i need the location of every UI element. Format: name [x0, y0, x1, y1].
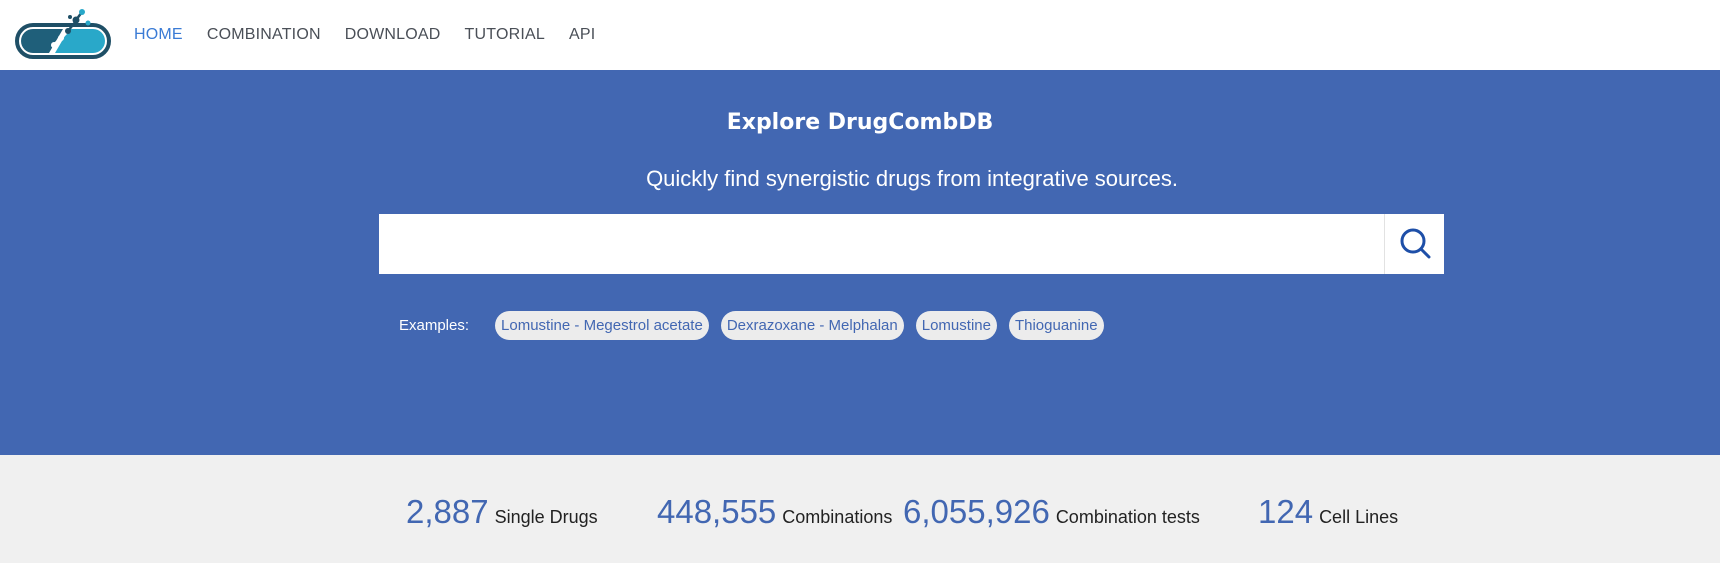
stat-value: 2,887 — [406, 493, 489, 530]
nav-home[interactable]: HOME — [134, 26, 183, 44]
search-bar — [379, 214, 1444, 274]
hero-subtitle: Quickly find synergistic drugs from inte… — [646, 166, 1178, 191]
nav-api[interactable]: API — [569, 26, 595, 44]
stat-label: Cell Lines — [1319, 507, 1399, 527]
search-input[interactable] — [379, 214, 1384, 274]
stat-value: 448,555 — [657, 493, 777, 530]
hero-title: Explore DrugCombDB — [726, 110, 994, 135]
top-navbar: HOME COMBINATION DOWNLOAD TUTORIAL API — [0, 0, 1720, 70]
nav-tutorial[interactable]: TUTORIAL — [465, 26, 545, 44]
stat-combination-tests: 6,055,926 Combination tests — [903, 493, 1200, 531]
drugcombdb-logo-icon[interactable] — [14, 9, 114, 61]
stat-value: 6,055,926 — [903, 493, 1050, 530]
nav-combination[interactable]: COMBINATION — [207, 26, 321, 44]
stat-label: Single Drugs — [494, 507, 598, 527]
hero-section: Explore DrugCombDB Quickly find synergis… — [0, 70, 1720, 455]
stat-cell-lines: 124 Cell Lines — [1258, 493, 1398, 531]
stat-label: Combination tests — [1055, 507, 1200, 527]
examples-row: Examples: Lomustine - Megestrol acetate … — [399, 309, 1116, 341]
search-button[interactable] — [1384, 214, 1444, 274]
stats-bar: 2,887 Single Drugs 448,555 Combinations … — [0, 455, 1720, 563]
example-chip[interactable]: Thioguanine — [1008, 310, 1104, 340]
stat-label: Combinations — [782, 507, 893, 527]
search-icon — [1398, 226, 1432, 263]
example-chip[interactable]: Dexrazoxane - Melphalan — [720, 310, 904, 340]
example-chip[interactable]: Lomustine — [915, 310, 997, 340]
main-nav: HOME COMBINATION DOWNLOAD TUTORIAL API — [134, 0, 619, 70]
stat-value: 124 — [1258, 493, 1314, 530]
stat-single-drugs: 2,887 Single Drugs — [406, 493, 598, 531]
stat-combinations: 448,555 Combinations — [657, 493, 892, 531]
examples-label: Examples: — [399, 316, 470, 334]
example-chip[interactable]: Lomustine - Megestrol acetate — [495, 310, 709, 340]
nav-download[interactable]: DOWNLOAD — [345, 26, 441, 44]
